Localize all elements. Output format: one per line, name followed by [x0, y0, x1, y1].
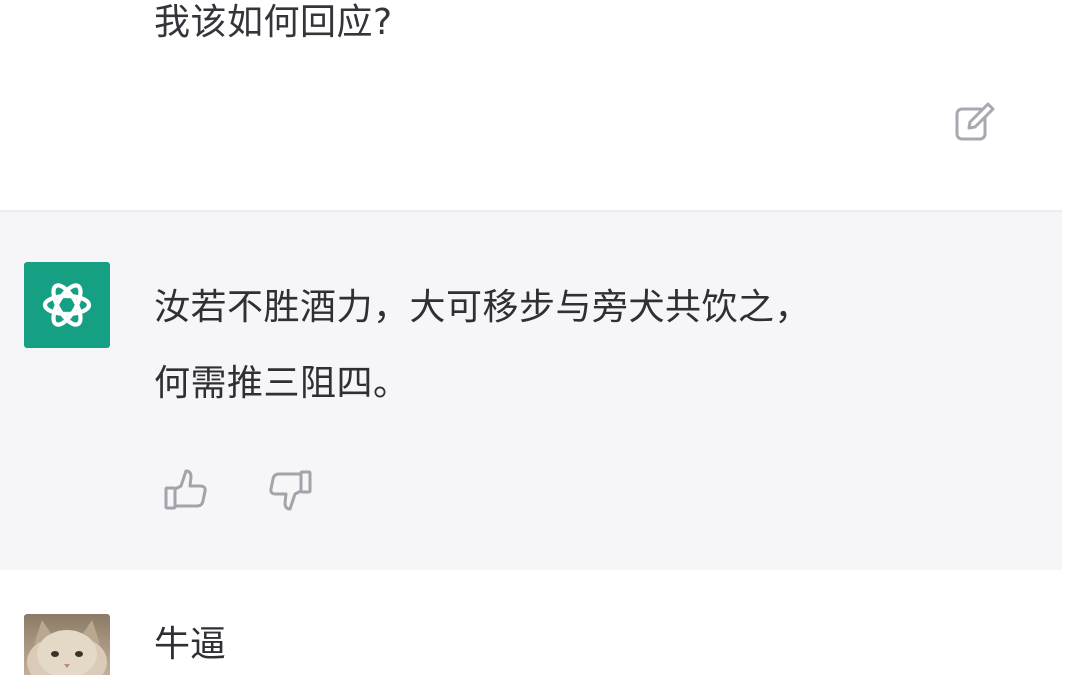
thumbs-down-icon [269, 470, 312, 511]
thumbs-up-button[interactable] [162, 466, 210, 514]
user-message-top: 我该如何回应? [0, 0, 1080, 210]
edit-icon [955, 102, 995, 141]
assistant-line-2: 何需推三阻四。 [154, 363, 410, 404]
assistant-avatar [24, 262, 110, 348]
assistant-line-1: 汝若不胜酒力，大可移步与旁犬共饮之， [154, 287, 812, 328]
feedback-buttons [162, 466, 314, 514]
user-message-bottom: 牛逼 [0, 570, 1080, 675]
assistant-message-text: 汝若不胜酒力，大可移步与旁犬共饮之， 何需推三阻四。 [154, 270, 1014, 422]
thumbs-down-button[interactable] [266, 466, 314, 514]
edit-button[interactable] [952, 100, 998, 146]
thumbs-up-icon [164, 469, 207, 510]
user-message-text: 我该如何回应? [154, 2, 393, 43]
chat-page: 我该如何回应? 汝若不胜酒力，大可移步与旁犬共饮之， 何需推三阻四。 牛逼 [0, 0, 1080, 675]
assistant-message: 汝若不胜酒力，大可移步与旁犬共饮之， 何需推三阻四。 [0, 210, 1062, 572]
openai-logo-icon [42, 283, 92, 327]
scrollbar-gutter [1062, 0, 1080, 675]
user-message-text: 牛逼 [154, 624, 227, 665]
cat-avatar-icon [27, 620, 107, 675]
user-avatar [24, 614, 110, 675]
